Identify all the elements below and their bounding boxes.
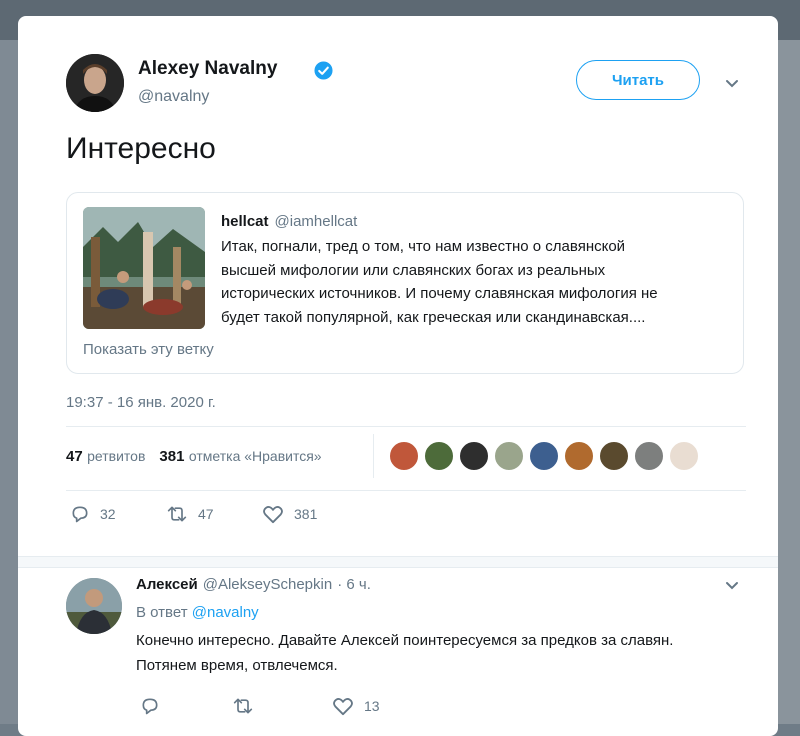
like-button[interactable]: 381	[262, 504, 317, 524]
reply-icon	[72, 506, 88, 523]
follow-button[interactable]: Читать	[576, 60, 700, 100]
in-reply-to: В ответ @navalny	[136, 604, 259, 621]
reply-text-line: Потянем время, отвлечемся.	[136, 657, 338, 674]
reply-text: Конечно интересно. Давайте Алексей поинт…	[136, 628, 673, 678]
reply-author-name[interactable]: Алексей	[136, 576, 198, 593]
author-name[interactable]: Alexey Navalny	[138, 58, 277, 80]
reply-like-count: 13	[364, 698, 380, 714]
tweet-timestamp[interactable]: 19:37 - 16 янв. 2020 г.	[66, 394, 216, 411]
tweet-card: Alexey Navalny @navalny Читать Интересно	[18, 16, 778, 736]
retweets-stat[interactable]: 47 ретвитов	[66, 448, 145, 466]
tweet-text: Интересно	[66, 132, 216, 165]
chevron-down-icon[interactable]	[724, 76, 740, 92]
in-reply-prefix: В ответ	[136, 604, 188, 621]
reply-icon	[142, 698, 158, 715]
reply-reply-button[interactable]	[140, 696, 170, 716]
reply-header: Алексей @AlekseySchepkin · 6 ч.	[136, 576, 371, 593]
background-left	[0, 40, 20, 724]
liker-avatar[interactable]	[598, 440, 630, 472]
quoted-text-line: будет такой популярной, как греческая ил…	[221, 308, 646, 326]
liker-avatar[interactable]	[563, 440, 595, 472]
section-separator	[18, 556, 778, 568]
divider	[66, 426, 746, 427]
quoted-author-handle[interactable]: @iamhellcat	[275, 213, 358, 230]
reply-time[interactable]: · 6 ч.	[337, 576, 371, 593]
retweet-icon	[233, 698, 253, 714]
reply-like-button[interactable]: 13	[332, 696, 380, 716]
quoted-tweet[interactable]: hellcat @iamhellcat Итак, погнали, тред …	[66, 192, 744, 374]
reply-count: 32	[100, 506, 116, 522]
quoted-author-name[interactable]: hellcat	[221, 213, 269, 230]
author-avatar-photo	[66, 54, 124, 112]
liker-avatar[interactable]	[458, 440, 490, 472]
like-count: 381	[294, 506, 318, 522]
stats-separator	[373, 434, 374, 478]
show-thread-link[interactable]: Показать эту ветку	[83, 341, 214, 358]
quoted-text-line: высшей мифологии или славянских богах из…	[221, 261, 606, 279]
quoted-tweet-text: Итак, погнали, тред о том, что нам извес…	[221, 235, 701, 329]
reply-author-handle[interactable]: @AlekseySchepkin	[203, 576, 332, 593]
liker-avatar[interactable]	[528, 440, 560, 472]
like-icon	[263, 506, 283, 524]
chevron-down-icon[interactable]	[724, 578, 740, 594]
slavic-painting-image	[83, 207, 205, 329]
likes-count: 381	[159, 448, 185, 465]
reply-retweet-button[interactable]	[232, 696, 264, 716]
retweets-label: ретвитов	[87, 448, 146, 464]
retweet-button[interactable]: 47	[166, 504, 214, 524]
liker-avatar[interactable]	[633, 440, 665, 472]
liker-avatar[interactable]	[388, 440, 420, 472]
reply-avatar-photo	[66, 578, 122, 634]
liker-avatar[interactable]	[668, 440, 700, 472]
quoted-tweet-header: hellcat @iamhellcat	[221, 213, 357, 230]
retweet-count: 47	[198, 506, 214, 522]
verified-badge-icon	[314, 61, 333, 80]
likes-stat[interactable]: 381 отметка «Нравится»	[159, 448, 321, 466]
likes-label: отметка «Нравится»	[188, 448, 322, 464]
reply-author-avatar[interactable]	[66, 578, 122, 634]
retweets-count: 47	[66, 448, 83, 465]
quoted-text-line: исторических источников. И почему славян…	[221, 285, 658, 302]
quoted-tweet-image[interactable]	[83, 207, 205, 329]
author-avatar[interactable]	[66, 54, 124, 112]
author-handle[interactable]: @navalny	[138, 88, 209, 106]
divider	[66, 490, 746, 491]
reply-button[interactable]: 32	[70, 504, 116, 524]
retweet-icon	[167, 506, 187, 522]
quoted-text-line: Итак, погнали, тред о том, что нам извес…	[221, 238, 626, 255]
liker-avatar[interactable]	[423, 440, 455, 472]
reply-text-line: Конечно интересно. Давайте Алексей поинт…	[136, 632, 674, 649]
background-right	[778, 40, 800, 724]
liker-avatar[interactable]	[493, 440, 525, 472]
like-icon	[333, 698, 353, 716]
tweet-stats: 47 ретвитов 381 отметка «Нравится»	[66, 448, 322, 466]
in-reply-handle[interactable]: @navalny	[192, 604, 259, 621]
